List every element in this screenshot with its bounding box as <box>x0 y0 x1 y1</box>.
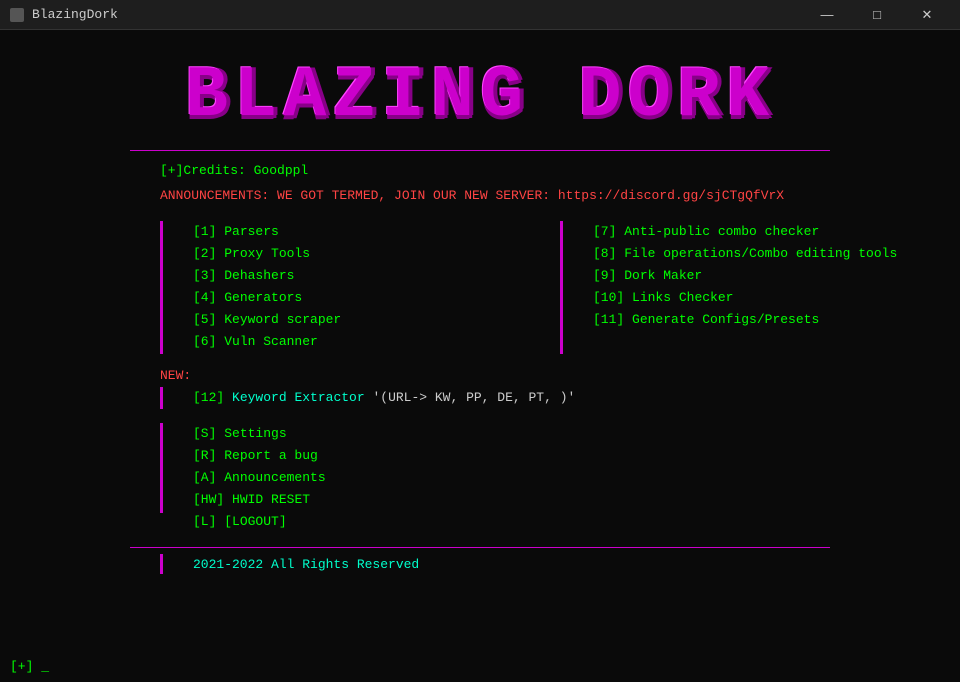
menu-item-left[interactable]: [2] Proxy Tools <box>193 243 560 265</box>
settings-item[interactable]: [HW] HWID RESET <box>193 489 326 511</box>
window-controls: — □ ✕ <box>804 0 950 30</box>
title-bar: BlazingDork — □ ✕ <box>0 0 960 30</box>
top-divider <box>130 150 830 151</box>
minimize-button[interactable]: — <box>804 0 850 30</box>
menu-left: [1] Parsers[2] Proxy Tools[3] Dehashers[… <box>160 221 560 354</box>
copyright-text: 2021-2022 All Rights Reserved <box>193 557 419 572</box>
credits-line: [+]Credits: Goodppl <box>160 163 960 178</box>
new-item-bar <box>160 387 163 409</box>
announcement-line: ANNOUNCEMENTS: WE GOT TERMED, JOIN OUR N… <box>160 188 960 203</box>
new-section: NEW: [12] Keyword Extractor '(URL-> KW, … <box>160 368 960 409</box>
announcement-text: ANNOUNCEMENTS: WE GOT TERMED, JOIN OUR N… <box>160 188 784 203</box>
new-item-content[interactable]: [12] Keyword Extractor '(URL-> KW, PP, D… <box>193 387 575 409</box>
copyright: 2021-2022 All Rights Reserved <box>160 554 960 574</box>
settings-item[interactable]: [L] [LOGOUT] <box>193 511 326 533</box>
menu-item-right[interactable]: [7] Anti-public combo checker <box>593 221 960 243</box>
menu-item-right[interactable]: [10] Links Checker <box>593 287 960 309</box>
app-title-text: BLAZING DORK <box>130 60 830 132</box>
settings-item[interactable]: [S] Settings <box>193 423 326 445</box>
new-name: Keyword Extractor <box>232 390 365 405</box>
menu-item-left[interactable]: [1] Parsers <box>193 221 560 243</box>
new-desc: '(URL-> KW, PP, DE, PT, )' <box>372 390 575 405</box>
maximize-button[interactable]: □ <box>854 0 900 30</box>
menu-item-right[interactable]: [11] Generate Configs/Presets <box>593 309 960 331</box>
menu-right: [7] Anti-public combo checker[8] File op… <box>560 221 960 354</box>
new-num: [12] <box>193 390 224 405</box>
bottom-prompt: [+] _ <box>10 659 49 674</box>
credits-text: [+] <box>160 163 183 178</box>
settings-item[interactable]: [A] Announcements <box>193 467 326 489</box>
footer-divider <box>130 547 830 548</box>
close-button[interactable]: ✕ <box>904 0 950 30</box>
settings-section: [S] Settings[R] Report a bug[A] Announce… <box>160 423 960 533</box>
title-bar-left: BlazingDork <box>10 7 118 22</box>
settings-items: [S] Settings[R] Report a bug[A] Announce… <box>193 423 326 533</box>
settings-bar <box>160 423 163 513</box>
blazing-dork-title: BLAZING DORK <box>130 60 830 132</box>
app-icon <box>10 8 24 22</box>
settings-item[interactable]: [R] Report a bug <box>193 445 326 467</box>
main-content: BLAZING DORK [+]Credits: Goodppl ANNOUNC… <box>0 30 960 682</box>
new-label: NEW: <box>160 368 960 383</box>
menu-container: [1] Parsers[2] Proxy Tools[3] Dehashers[… <box>160 221 960 354</box>
menu-item-left[interactable]: [5] Keyword scraper <box>193 309 560 331</box>
new-item: [12] Keyword Extractor '(URL-> KW, PP, D… <box>160 387 960 409</box>
menu-item-right[interactable]: [9] Dork Maker <box>593 265 960 287</box>
menu-item-left[interactable]: [3] Dehashers <box>193 265 560 287</box>
credits-label: Credits: Goodppl <box>183 163 308 178</box>
copyright-bar <box>160 554 163 574</box>
menu-item-left[interactable]: [4] Generators <box>193 287 560 309</box>
menu-item-right[interactable]: [8] File operations/Combo editing tools <box>593 243 960 265</box>
menu-item-left[interactable]: [6] Vuln Scanner <box>193 331 560 353</box>
app-title-label: BlazingDork <box>32 7 118 22</box>
